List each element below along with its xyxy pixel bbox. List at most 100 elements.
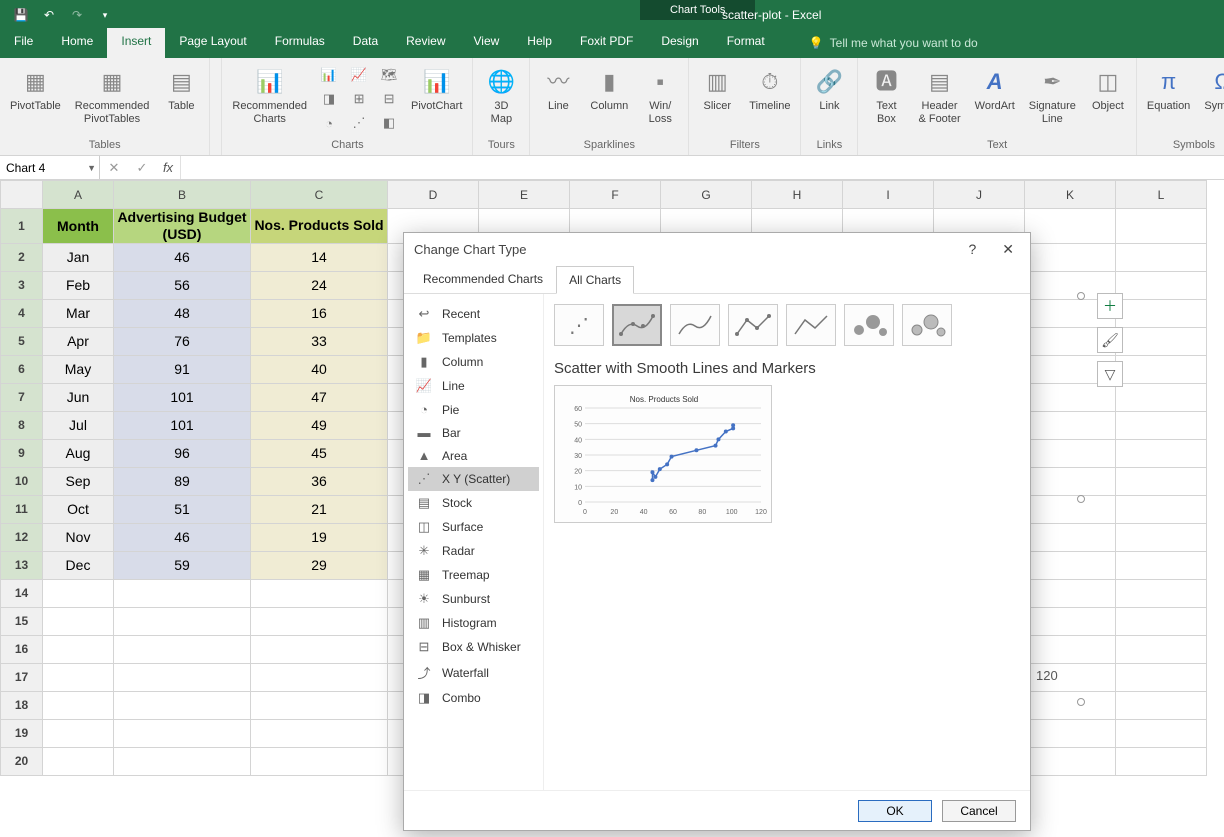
tab-insert[interactable]: Insert: [107, 28, 165, 58]
column-header[interactable]: E: [479, 181, 570, 209]
chart-preview[interactable]: Nos. Products Sold0102030405060020406080…: [554, 385, 772, 523]
pie-chart-button[interactable]: ◔: [315, 112, 343, 134]
cell-empty[interactable]: [251, 747, 388, 775]
cell-empty[interactable]: [1116, 383, 1207, 411]
chart-category-column[interactable]: ▮Column: [408, 350, 539, 374]
equation-button[interactable]: πEquation: [1141, 64, 1196, 115]
signature-line-button[interactable]: ✒Signature Line: [1023, 64, 1082, 128]
recommended-charts-button[interactable]: 📊Recommended Charts: [226, 64, 313, 128]
chart-category-radar[interactable]: ✳Radar: [408, 539, 539, 563]
hierarchy-chart-button[interactable]: ◨: [315, 88, 343, 110]
link-button[interactable]: 🔗Link: [805, 64, 853, 115]
cell-empty[interactable]: [1116, 691, 1207, 719]
row-header[interactable]: 12: [1, 523, 43, 551]
row-header[interactable]: 2: [1, 243, 43, 271]
chart-category-stock[interactable]: ▤Stock: [408, 491, 539, 515]
text-box-button[interactable]: 🅰Text Box: [862, 64, 910, 128]
cell-empty[interactable]: [251, 663, 388, 691]
column-header[interactable]: L: [1116, 181, 1207, 209]
cancel-formula-icon[interactable]: ✕: [100, 160, 128, 176]
cell-prod[interactable]: 45: [251, 439, 388, 467]
slicer-button[interactable]: ▥Slicer: [693, 64, 741, 115]
chart-resize-handle[interactable]: [1077, 698, 1085, 706]
header-footer-button[interactable]: ▤Header & Footer: [912, 64, 966, 128]
row-header[interactable]: 9: [1, 439, 43, 467]
cell-empty[interactable]: [1116, 607, 1207, 635]
chart-resize-handle[interactable]: [1077, 292, 1085, 300]
select-all-corner[interactable]: [1, 181, 43, 209]
column-header[interactable]: A: [43, 181, 114, 209]
chart-category-line[interactable]: 📈Line: [408, 374, 539, 398]
tab-home[interactable]: Home: [47, 28, 107, 58]
cell-adv[interactable]: 101: [114, 411, 251, 439]
cell-empty[interactable]: [1025, 635, 1116, 663]
cell-prod[interactable]: 16: [251, 299, 388, 327]
cell-month[interactable]: Jun: [43, 383, 114, 411]
cell-month[interactable]: Dec: [43, 551, 114, 579]
cell-header-prod[interactable]: Nos. Products Sold: [251, 209, 388, 244]
cell-empty[interactable]: [251, 691, 388, 719]
name-box[interactable]: Chart 4▼: [0, 156, 100, 179]
row-header[interactable]: 18: [1, 691, 43, 719]
cell-prod[interactable]: 49: [251, 411, 388, 439]
cell-empty[interactable]: [1025, 383, 1116, 411]
3d-map-button[interactable]: 🌐3D Map: [477, 64, 525, 128]
cell-empty[interactable]: [1025, 495, 1116, 523]
cell-empty[interactable]: [43, 607, 114, 635]
scatter-chart-button[interactable]: ⋰: [345, 112, 373, 134]
cell-empty[interactable]: [1025, 209, 1116, 244]
cell-empty[interactable]: [1116, 271, 1207, 299]
row-header[interactable]: 14: [1, 579, 43, 607]
cell-empty[interactable]: [1116, 467, 1207, 495]
cell-empty[interactable]: [43, 579, 114, 607]
cell-empty[interactable]: [43, 719, 114, 747]
column-header[interactable]: F: [570, 181, 661, 209]
row-header[interactable]: 16: [1, 635, 43, 663]
cell-empty[interactable]: [1025, 719, 1116, 747]
chart-category-area[interactable]: ▲Area: [408, 444, 539, 467]
row-header[interactable]: 13: [1, 551, 43, 579]
cell-prod[interactable]: 14: [251, 243, 388, 271]
cell-empty[interactable]: [43, 635, 114, 663]
row-header[interactable]: 20: [1, 747, 43, 775]
column-header[interactable]: D: [388, 181, 479, 209]
cell-month[interactable]: Mar: [43, 299, 114, 327]
map-chart-button[interactable]: 🗺: [375, 64, 403, 86]
tab-format[interactable]: Format: [713, 28, 779, 58]
chart-elements-button[interactable]: ＋: [1097, 293, 1123, 319]
cell-month[interactable]: Apr: [43, 327, 114, 355]
table-button[interactable]: ▤Table: [157, 64, 205, 115]
column-header[interactable]: G: [661, 181, 752, 209]
cell-month[interactable]: Sep: [43, 467, 114, 495]
cell-empty[interactable]: [114, 663, 251, 691]
chart-category-waterfall[interactable]: ⤴Waterfall: [408, 659, 539, 686]
cell-empty[interactable]: [1116, 747, 1207, 775]
scatter-subtype-straight-lines-markers[interactable]: [728, 304, 778, 346]
chart-category-sunburst[interactable]: ☀Sunburst: [408, 587, 539, 611]
cell-adv[interactable]: 56: [114, 271, 251, 299]
tab-design[interactable]: Design: [647, 28, 712, 58]
save-icon[interactable]: 💾: [8, 4, 34, 26]
chart-styles-button[interactable]: 🖌: [1097, 327, 1123, 353]
cell-prod[interactable]: 19: [251, 523, 388, 551]
tab-all-charts[interactable]: All Charts: [556, 266, 634, 294]
cell-adv[interactable]: 46: [114, 243, 251, 271]
sparkline-line-button[interactable]: 〰Line: [534, 64, 582, 115]
fx-icon[interactable]: fx: [156, 160, 180, 175]
column-header[interactable]: J: [934, 181, 1025, 209]
cell-empty[interactable]: [1116, 579, 1207, 607]
cell-adv[interactable]: 91: [114, 355, 251, 383]
row-header[interactable]: 7: [1, 383, 43, 411]
scatter-subtype-markers[interactable]: ⋰: [554, 304, 604, 346]
cell-empty[interactable]: [114, 635, 251, 663]
scatter-subtype-3d-bubble[interactable]: [902, 304, 952, 346]
chart-category-recent[interactable]: ↩Recent: [408, 302, 539, 326]
row-header[interactable]: 19: [1, 719, 43, 747]
enter-formula-icon[interactable]: ✓: [128, 160, 156, 176]
cell-month[interactable]: Oct: [43, 495, 114, 523]
cell-adv[interactable]: 76: [114, 327, 251, 355]
cell-month[interactable]: Jan: [43, 243, 114, 271]
chart-category-surface[interactable]: ◫Surface: [408, 515, 539, 539]
cell-empty[interactable]: [251, 607, 388, 635]
row-header[interactable]: 1: [1, 209, 43, 244]
